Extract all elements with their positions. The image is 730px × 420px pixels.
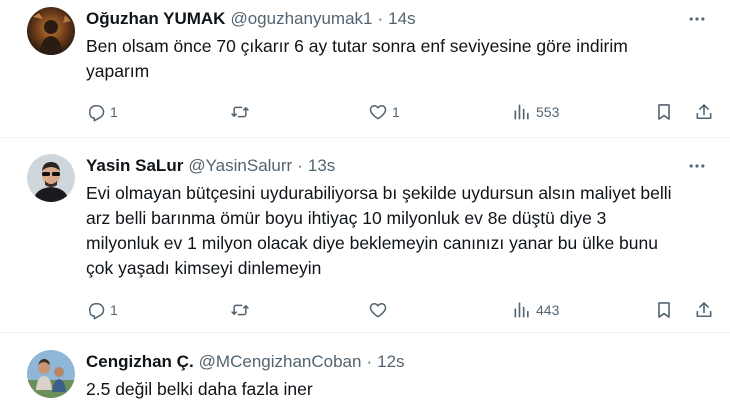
tweet-text-line: arz belli barınma ömür boyu ihtiyaç 10 m…: [86, 208, 607, 228]
share-icon: [696, 302, 712, 318]
bookmark-button[interactable]: [654, 298, 674, 322]
tweet-feed: Oğuzhan YUMAK @oguzhanyumak1 · 14s Ben o…: [0, 0, 730, 420]
tweet[interactable]: Oğuzhan YUMAK @oguzhanyumak1 · 14s Ben o…: [0, 0, 730, 138]
author-name[interactable]: Oğuzhan YUMAK: [86, 9, 225, 29]
avatar-photo-icon: [27, 7, 75, 55]
tweet-text: Evi olmayan bütçesini uydurabiliyorsa bı…: [86, 181, 704, 281]
retweet-icon: [231, 106, 249, 118]
reply-icon: [89, 105, 105, 122]
bookmark-button[interactable]: [654, 100, 674, 124]
timestamp[interactable]: 13s: [308, 156, 335, 176]
reply-button[interactable]: 1: [86, 100, 118, 124]
tweet-text: 2.5 değil belki daha fazla iner: [86, 377, 704, 402]
tweet-text-line: çok yaşadı kimseyi dinlemeyin: [86, 258, 322, 278]
share-button[interactable]: [694, 100, 714, 124]
tweet-text-line: Evi olmayan bütçesini uydurabiliyorsa bı…: [86, 183, 672, 203]
heart-icon: [369, 303, 387, 318]
avatar[interactable]: [27, 154, 75, 202]
avatar-photo-icon: [27, 154, 75, 202]
heart-icon: [369, 105, 387, 120]
tweet-actions: 1 1 553: [86, 100, 716, 124]
like-count: 1: [392, 104, 400, 120]
avatar[interactable]: [27, 7, 75, 55]
more-icon[interactable]: [686, 8, 708, 30]
author-handle[interactable]: @MCengizhanCoban: [199, 352, 362, 372]
views-button[interactable]: 443: [512, 298, 559, 322]
tweet[interactable]: Yasin SaLur @YasinSalurr · 13s Evi olmay…: [0, 138, 730, 333]
bookmark-icon: [658, 104, 670, 120]
author-handle[interactable]: @oguzhanyumak1: [230, 9, 372, 29]
reply-count: 1: [110, 104, 118, 120]
timestamp[interactable]: 14s: [388, 9, 415, 29]
tweet[interactable]: Cengizhan Ç. @MCengizhanCoban · 12s 2.5 …: [0, 333, 730, 420]
tweet-text-line: yaparım: [86, 61, 150, 81]
tweet-actions: 1 443: [86, 298, 716, 322]
tweet-text-line: Ben olsam önce 70 çıkarır 6 ay tutar son…: [86, 36, 628, 56]
share-button[interactable]: [694, 298, 714, 322]
author-name[interactable]: Cengizhan Ç.: [86, 352, 194, 372]
views-button[interactable]: 553: [512, 100, 559, 124]
tweet-header: Cengizhan Ç. @MCengizhanCoban · 12s: [86, 350, 405, 374]
separator: ·: [377, 9, 384, 28]
like-button[interactable]: 1: [368, 100, 400, 124]
like-button[interactable]: [368, 298, 392, 322]
tweet-header: Oğuzhan YUMAK @oguzhanyumak1 · 14s: [86, 7, 416, 31]
views-icon: [514, 104, 529, 120]
avatar-photo-icon: [27, 350, 75, 398]
separator: ·: [297, 156, 303, 175]
views-icon: [514, 302, 529, 318]
view-count: 553: [536, 104, 560, 120]
reply-button[interactable]: 1: [86, 298, 118, 322]
retweet-icon: [231, 304, 249, 316]
tweet-text-line: 2.5 değil belki daha fazla iner: [86, 379, 313, 399]
reply-count: 1: [110, 302, 118, 318]
timestamp[interactable]: 12s: [377, 352, 404, 372]
author-name[interactable]: Yasin SaLur: [86, 156, 183, 176]
retweet-button[interactable]: [230, 298, 254, 322]
avatar[interactable]: [27, 350, 75, 398]
separator: ·: [366, 352, 373, 371]
author-handle[interactable]: @YasinSalurr: [188, 156, 292, 176]
bookmark-icon: [658, 302, 670, 318]
share-icon: [696, 104, 712, 120]
view-count: 443: [536, 302, 560, 318]
retweet-button[interactable]: [230, 100, 254, 124]
more-icon[interactable]: [686, 155, 708, 177]
reply-icon: [89, 303, 105, 320]
tweet-header: Yasin SaLur @YasinSalurr · 13s: [86, 154, 335, 178]
tweet-text-line: milyonluk ev 1 milyon olacak diye beklem…: [86, 233, 658, 253]
tweet-text: Ben olsam önce 70 çıkarır 6 ay tutar son…: [86, 34, 704, 84]
